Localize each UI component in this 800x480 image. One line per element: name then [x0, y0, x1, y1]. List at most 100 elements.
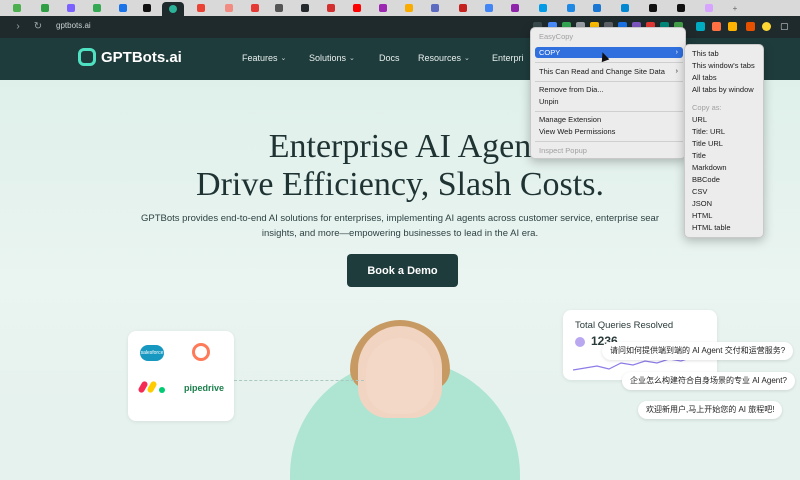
tab-favicon-icon [485, 4, 493, 12]
tab-favicon-icon [13, 4, 21, 12]
submenu-window-tabs[interactable]: This window's tabs [688, 60, 762, 71]
menu-item-unpin[interactable]: Unpin [535, 96, 683, 107]
tab-favicon-icon [251, 4, 259, 12]
submenu-markdown[interactable]: Markdown [688, 162, 762, 173]
tab-favicon-icon [353, 4, 361, 12]
submenu-copy-as-heading: Copy as: [692, 103, 722, 112]
browser-tab[interactable] [532, 2, 554, 14]
menu-item-copy[interactable]: COPY › [535, 47, 683, 58]
browser-tab-strip: + [0, 0, 800, 16]
nav-label: Resources [418, 53, 462, 63]
nav-docs[interactable]: Docs [379, 53, 400, 63]
menu-separator [535, 141, 683, 142]
browser-tab[interactable] [614, 2, 636, 14]
browser-tab[interactable] [190, 2, 212, 14]
browser-tab[interactable] [244, 2, 266, 14]
browser-tab[interactable] [218, 2, 240, 14]
logo-text: GPTBots.ai [101, 48, 182, 66]
browser-tab[interactable] [398, 2, 420, 14]
nav-enterprise[interactable]: Enterpri [492, 53, 524, 63]
menu-item-site-data[interactable]: This Can Read and Change Site Data › [535, 66, 683, 77]
site-logo[interactable]: GPTBots.ai [78, 48, 182, 66]
menu-separator [535, 62, 683, 63]
submenu-json[interactable]: JSON [688, 198, 762, 209]
submenu-html[interactable]: HTML [688, 210, 762, 221]
extension-icon[interactable] [746, 22, 755, 31]
browser-tab[interactable] [478, 2, 500, 14]
browser-tab[interactable] [320, 2, 342, 14]
new-tab-button[interactable]: + [724, 2, 746, 14]
browser-tab[interactable] [504, 2, 526, 14]
hero-title-line2: Drive Efficiency, Slash Costs. [196, 166, 604, 203]
tab-favicon-icon [539, 4, 547, 12]
nav-features[interactable]: Features ⌄ [242, 53, 286, 63]
menu-item-web-permissions[interactable]: View Web Permissions [535, 126, 683, 137]
submenu-this-tab[interactable]: This tab [688, 48, 762, 59]
connector-line [234, 380, 364, 381]
tab-favicon-icon [677, 4, 685, 12]
nav-label: Solutions [309, 53, 347, 63]
menu-item-manage-extension[interactable]: Manage Extension [535, 114, 683, 125]
tab-favicon-icon [169, 5, 177, 13]
browser-tab[interactable] [86, 2, 108, 14]
browser-tab[interactable] [268, 2, 290, 14]
submenu-all-tabs[interactable]: All tabs [688, 72, 762, 83]
tab-favicon-icon [93, 4, 101, 12]
nav-label: Docs [379, 53, 400, 63]
menu-item-remove[interactable]: Remove from Dia... [535, 84, 683, 95]
tab-favicon-icon [225, 4, 233, 12]
browser-tab[interactable] [586, 2, 608, 14]
chat-bubble: 欢迎新用户,马上开始您的 AI 旅程吧! [638, 401, 783, 419]
browser-tab[interactable] [112, 2, 134, 14]
extension-context-menu: EasyCopy COPY › This Can Read and Change … [530, 27, 686, 159]
browser-tab[interactable] [698, 2, 720, 14]
url-field[interactable]: gptbots.ai [56, 21, 91, 30]
browser-tab[interactable] [34, 2, 56, 14]
submenu-bbcode[interactable]: BBCode [688, 174, 762, 185]
tab-favicon-icon [301, 4, 309, 12]
browser-tab[interactable] [560, 2, 582, 14]
tab-favicon-icon [593, 4, 601, 12]
queries-card-title: Total Queries Resolved [575, 320, 674, 331]
browser-tab[interactable] [642, 2, 664, 14]
browser-tab[interactable] [424, 2, 446, 14]
chat-icon[interactable]: ▢ [780, 20, 789, 32]
tab-favicon-icon [275, 4, 283, 12]
forward-button[interactable]: › [12, 20, 24, 34]
browser-tab[interactable] [452, 2, 474, 14]
plus-icon: + [732, 3, 738, 13]
submenu-csv[interactable]: CSV [688, 186, 762, 197]
chevron-down-icon: ⌄ [280, 55, 287, 62]
submenu-title-colon-url[interactable]: Title: URL [688, 126, 762, 137]
book-demo-button[interactable]: Book a Demo [347, 254, 458, 287]
browser-tab[interactable] [136, 2, 158, 14]
tab-favicon-icon [621, 4, 629, 12]
browser-tab[interactable] [60, 2, 82, 14]
submenu-title-space-url[interactable]: Title URL [688, 138, 762, 149]
chevron-right-icon: › [675, 49, 678, 56]
tab-favicon-icon [459, 4, 467, 12]
reload-button[interactable]: ↻ [32, 20, 44, 34]
submenu-url[interactable]: URL [688, 114, 762, 125]
extension-icon[interactable] [712, 22, 721, 31]
pipedrive-logo: pipedrive [184, 383, 225, 393]
extension-icon[interactable] [728, 22, 737, 31]
submenu-html-table[interactable]: HTML table [688, 222, 762, 233]
nav-resources[interactable]: Resources ⌄ [418, 53, 470, 63]
submenu-title[interactable]: Title [688, 150, 762, 161]
hero-subtitle-line1: GPTBots provides end-to-end AI solutions… [141, 213, 659, 224]
browser-tab-active[interactable] [162, 2, 184, 16]
chevron-down-icon: ⌄ [464, 55, 470, 62]
nav-solutions[interactable]: Solutions ⌄ [309, 53, 355, 63]
menu-item-label: COPY [539, 48, 561, 57]
chevron-right-icon: › [675, 68, 678, 75]
browser-tab[interactable] [670, 2, 692, 14]
browser-tab[interactable] [346, 2, 368, 14]
browser-tab[interactable] [372, 2, 394, 14]
browser-tab[interactable] [6, 2, 28, 14]
extension-icon[interactable] [762, 22, 771, 31]
submenu-all-tabs-by-window[interactable]: All tabs by window [688, 84, 762, 95]
hero-subtitle-line2: insights, and more—empowering businesses… [261, 228, 539, 239]
extension-icon[interactable] [696, 22, 705, 31]
browser-tab[interactable] [294, 2, 316, 14]
